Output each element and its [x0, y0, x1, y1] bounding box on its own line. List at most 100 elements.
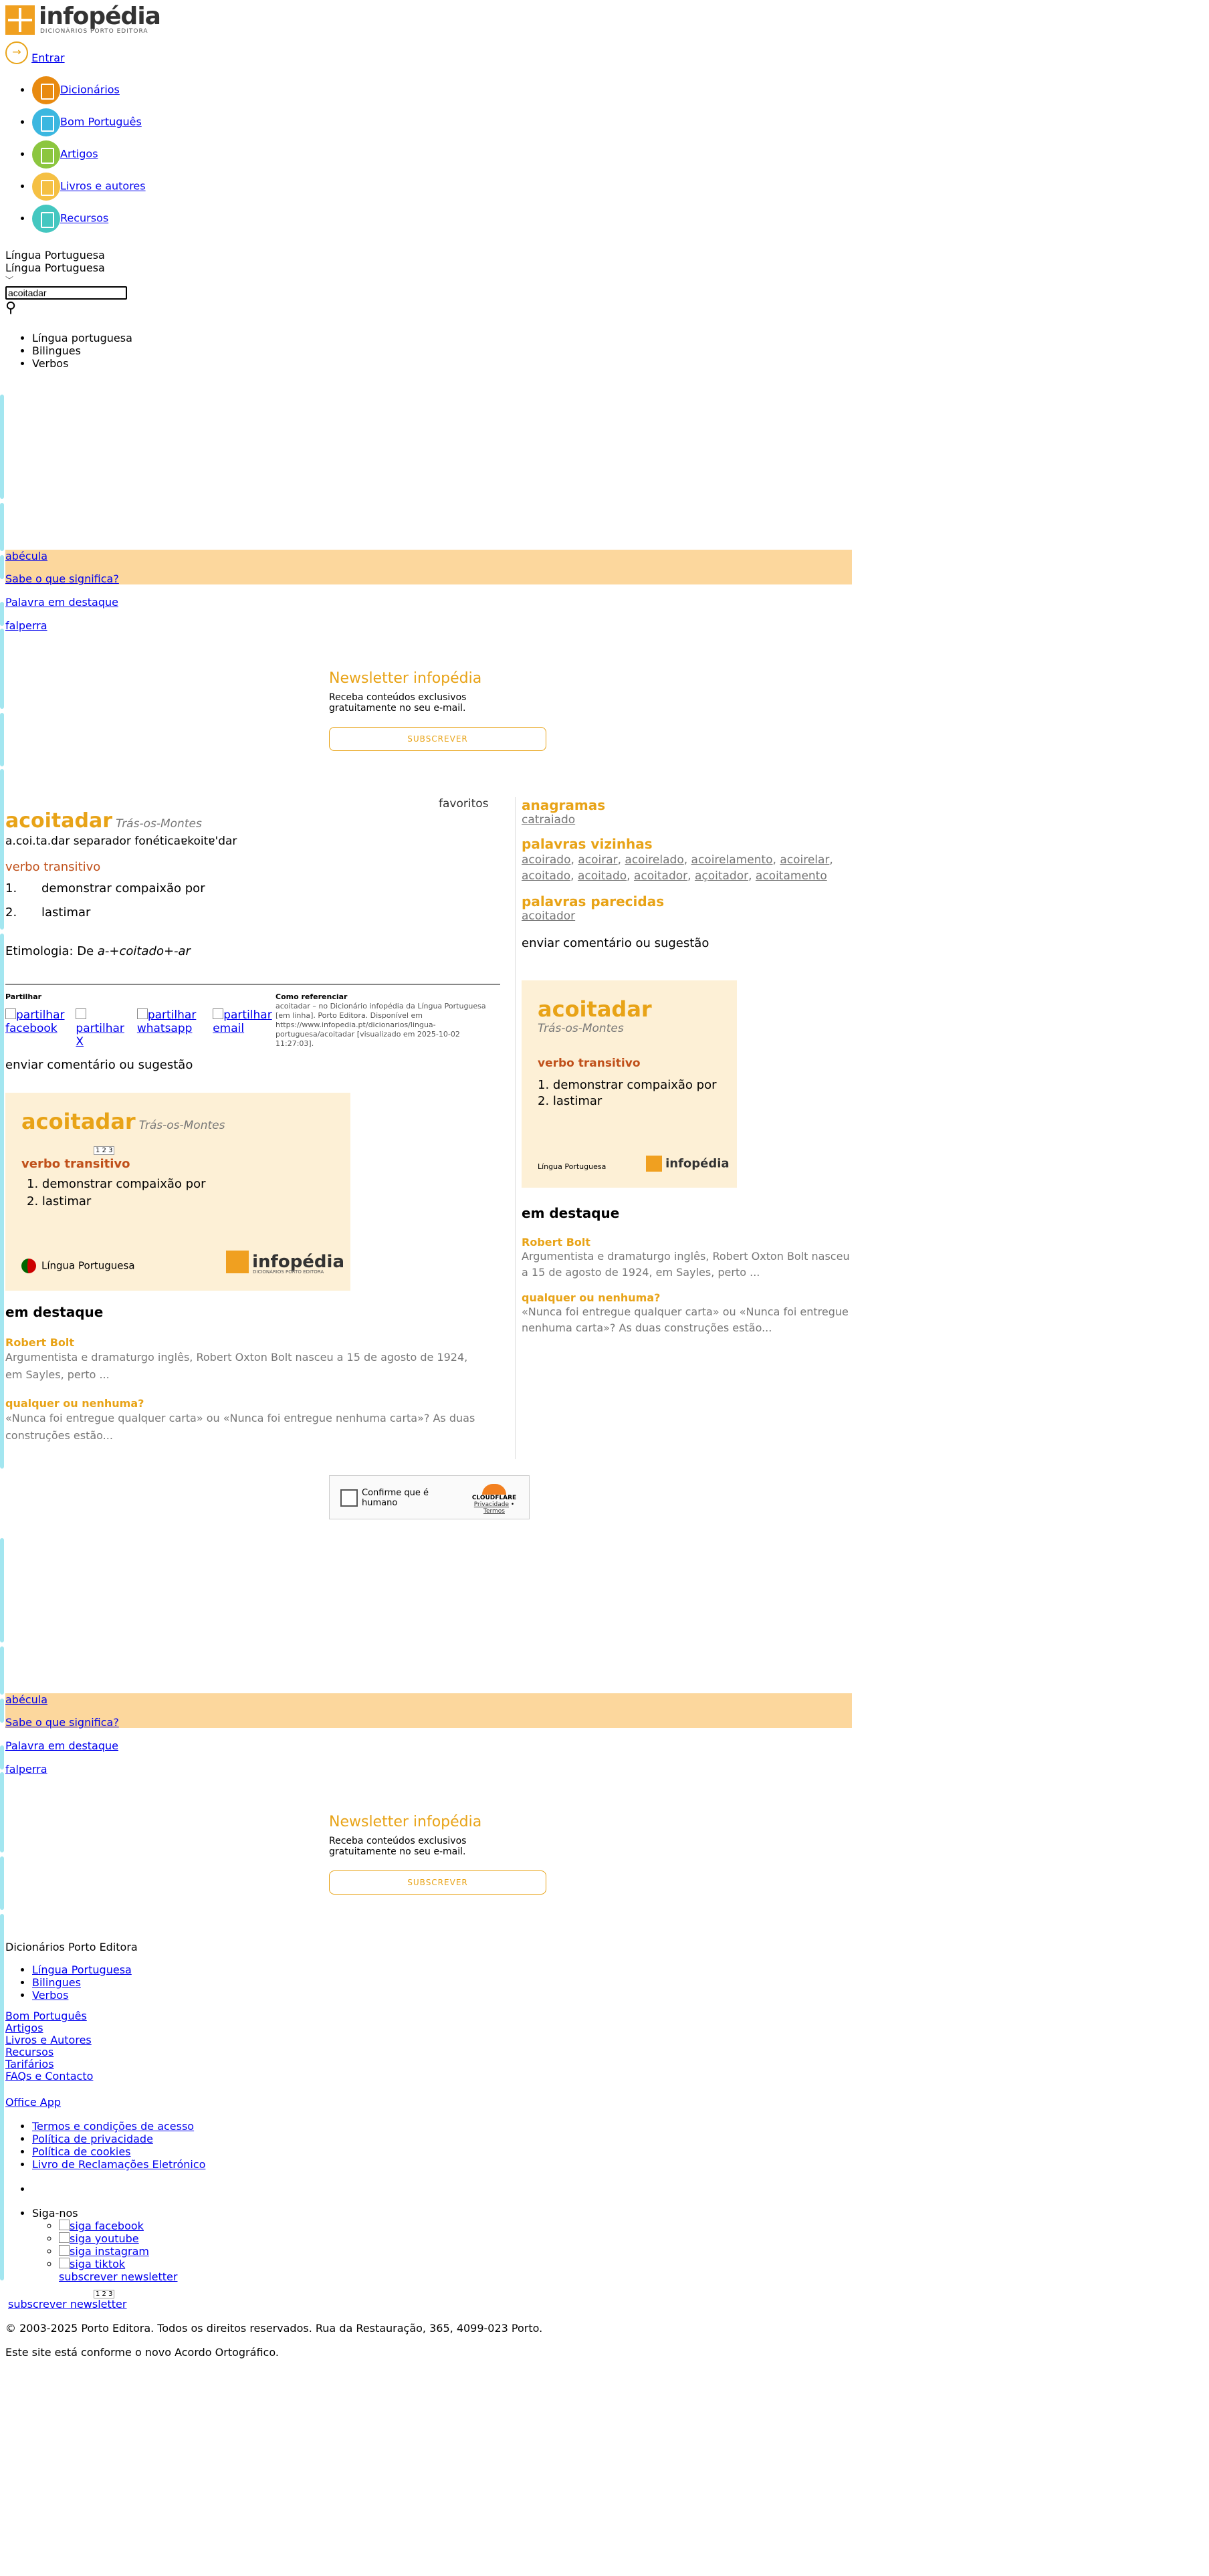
articles-icon — [32, 140, 60, 169]
footer-link[interactable]: Artigos — [5, 2022, 43, 2034]
syllables: a.coi.ta.dar — [5, 835, 70, 848]
neighbor-link[interactable]: acoirar — [578, 853, 617, 867]
nav-item-livros[interactable]: Livros e autores — [32, 173, 146, 205]
footer-dict-item[interactable]: Bilingues — [32, 1976, 132, 1989]
promo-word-link[interactable]: abécula — [5, 550, 47, 562]
column-divider — [515, 797, 516, 1459]
login-icon[interactable]: → — [5, 41, 28, 64]
promo-know-link[interactable]: Sabe o que significa? — [5, 572, 119, 585]
social-youtube-link[interactable]: siga youtube — [59, 2232, 177, 2245]
featured-word-link[interactable]: falperra — [5, 1763, 47, 1776]
social-instagram-link[interactable]: siga instagram — [59, 2245, 177, 2258]
footer-link[interactable]: Bom Português — [5, 2010, 87, 2022]
neighbor-link[interactable]: acoitamento — [756, 869, 827, 883]
nav-link-artigos[interactable]: Artigos — [60, 148, 98, 160]
social-tiktok-link[interactable]: siga tiktok — [59, 2258, 177, 2270]
tab-verbos[interactable]: Verbos — [32, 357, 132, 370]
footer-dict-item[interactable]: Verbos — [32, 1989, 132, 2002]
neighbor-link[interactable]: acoirado — [522, 853, 571, 867]
card-sense-2: 2. lastimar — [538, 1094, 602, 1108]
captcha-checkbox[interactable] — [340, 1489, 358, 1507]
tab-bilingues[interactable]: Bilingues — [32, 344, 132, 357]
similar-link[interactable]: acoitador — [522, 909, 575, 923]
neighbor-link[interactable]: açoitador — [695, 869, 748, 883]
highlights-title: em destaque — [5, 1304, 104, 1320]
nav-item-dicionarios[interactable]: Dicionários — [32, 76, 146, 108]
subscribe-newsletter-link[interactable]: subscrever newsletter — [59, 2270, 177, 2283]
footer-dict-list: Língua Portuguesa Bilingues Verbos — [5, 1963, 132, 2002]
dictionary-icon — [32, 76, 60, 104]
nav-link-dicionarios[interactable]: Dicionários — [60, 84, 120, 96]
featured-word-link[interactable]: falperra — [5, 619, 47, 632]
share-whatsapp-button[interactable]: partilhar whatsapp — [136, 1008, 209, 1035]
share-email-button[interactable]: partilhar email — [213, 1008, 273, 1035]
footer-link[interactable]: Recursos — [5, 2046, 53, 2058]
neighbors-list: acoirado, acoirar, acoirelado, acoirelam… — [522, 853, 833, 883]
highlight-title[interactable]: Robert Bolt — [522, 1236, 856, 1249]
highlight-title[interactable]: Robert Bolt — [5, 1336, 487, 1349]
decorative-bar — [0, 629, 4, 709]
promo-know-link[interactable]: Sabe o que significa? — [5, 1716, 119, 1729]
nav-link-livros[interactable]: Livros e autores — [60, 180, 146, 193]
card-pager[interactable]: 1 2 3 — [94, 1146, 115, 1155]
comment-link[interactable]: enviar comentário ou sugestão — [5, 1058, 193, 1072]
newsletter-text: Receba conteúdos exclusivos gratuitament… — [329, 692, 467, 714]
language-selector[interactable]: Língua Portuguesa Língua Portuguesa ﹀ — [5, 249, 105, 286]
subscribe-button[interactable]: SUBSCREVER — [329, 727, 546, 751]
nav-item-bom-portugues[interactable]: Bom Português — [32, 108, 146, 140]
chevron-down-icon[interactable]: ﹀ — [5, 274, 105, 286]
nav-item-recursos[interactable]: Recursos — [32, 205, 146, 237]
subscribe-button[interactable]: SUBSCREVER — [329, 1870, 546, 1895]
logo-text[interactable]: infopédia — [39, 3, 161, 30]
nav-item-artigos[interactable]: Artigos — [32, 140, 146, 173]
card-logo: infopédia DICIONÁRIOS PORTO EDITORA — [226, 1251, 344, 1275]
social-facebook-link[interactable]: siga facebook — [59, 2220, 177, 2232]
neighbor-link[interactable]: acoitado — [578, 869, 627, 883]
footer-legal-item[interactable]: Política de privacidade — [32, 2133, 205, 2145]
highlight-title[interactable]: qualquer ou nenhuma? — [5, 1397, 487, 1410]
logo-icon[interactable] — [5, 5, 35, 35]
footer-legal-item[interactable]: Política de cookies — [32, 2145, 205, 2158]
highlight-title[interactable]: qualquer ou nenhuma? — [522, 1291, 856, 1304]
decorative-bar — [0, 1646, 4, 1695]
search-input[interactable] — [5, 286, 127, 300]
footer-legal-item[interactable]: Termos e condições de acesso — [32, 2120, 205, 2133]
search-icon[interactable]: ⚲ — [5, 300, 16, 316]
neighbor-link[interactable]: acoitador — [634, 869, 687, 883]
share-facebook-button[interactable]: partilhar facebook — [5, 1008, 72, 1035]
footer-dict-item[interactable]: Língua Portuguesa — [32, 1963, 132, 1976]
footer-legal-item[interactable]: Livro de Reclamações Eletrónico — [32, 2158, 205, 2171]
main-nav: Dicionários Bom Português Artigos Livros… — [5, 76, 146, 237]
comment-link-sidebar[interactable]: enviar comentário ou sugestão — [522, 936, 843, 950]
captcha-terms-link[interactable]: Termos — [483, 1508, 505, 1515]
neighbor-link[interactable]: acoirelado — [625, 853, 683, 867]
neighbor-link[interactable]: acoirelamento — [691, 853, 773, 867]
office-app-link[interactable]: Office App — [5, 2096, 61, 2109]
card-logo: infopédia — [646, 1156, 730, 1172]
language-label-selected[interactable]: Língua Portuguesa — [5, 261, 105, 274]
flag-icon — [21, 1259, 36, 1273]
footer-link[interactable]: FAQs e Contacto — [5, 2070, 93, 2082]
favorites-icon[interactable]: favoritos — [439, 797, 489, 811]
sense-2: 2. lastimar — [5, 905, 91, 920]
subscribe-newsletter-link-2[interactable]: subscrever newsletter — [8, 2298, 126, 2311]
promo-word-link[interactable]: abécula — [5, 1693, 47, 1706]
share-x-button[interactable]: partilhar X — [76, 1008, 133, 1049]
login-link[interactable]: Entrar — [31, 51, 64, 64]
tab-lingua-portuguesa[interactable]: Língua portuguesa — [32, 332, 132, 344]
captcha-privacy-link[interactable]: Privacidade — [474, 1501, 509, 1508]
highlights: em destaque Robert Bolt Argumentista e d… — [5, 1304, 487, 1444]
login-area[interactable]: → Entrar — [5, 41, 65, 64]
anagram-link[interactable]: catraiado — [522, 813, 575, 827]
neighbor-link[interactable]: acoitado — [522, 869, 570, 883]
nav-link-recursos[interactable]: Recursos — [60, 212, 108, 225]
featured-link[interactable]: Palavra em destaque — [5, 1739, 118, 1752]
footer-link[interactable]: Tarifários — [5, 2058, 54, 2070]
nav-link-bom-portugues[interactable]: Bom Português — [60, 116, 142, 128]
highlight-text: «Nunca foi entregue qualquer carta» ou «… — [522, 1305, 849, 1334]
logo-subtitle: DICIONÁRIOS PORTO EDITORA — [40, 28, 148, 35]
phonetic: ɐkoitɐ'dar — [181, 835, 237, 848]
footer-link[interactable]: Livros e Autores — [5, 2034, 92, 2046]
featured-link[interactable]: Palavra em destaque — [5, 596, 118, 609]
neighbor-link[interactable]: acoirelar — [780, 853, 829, 867]
